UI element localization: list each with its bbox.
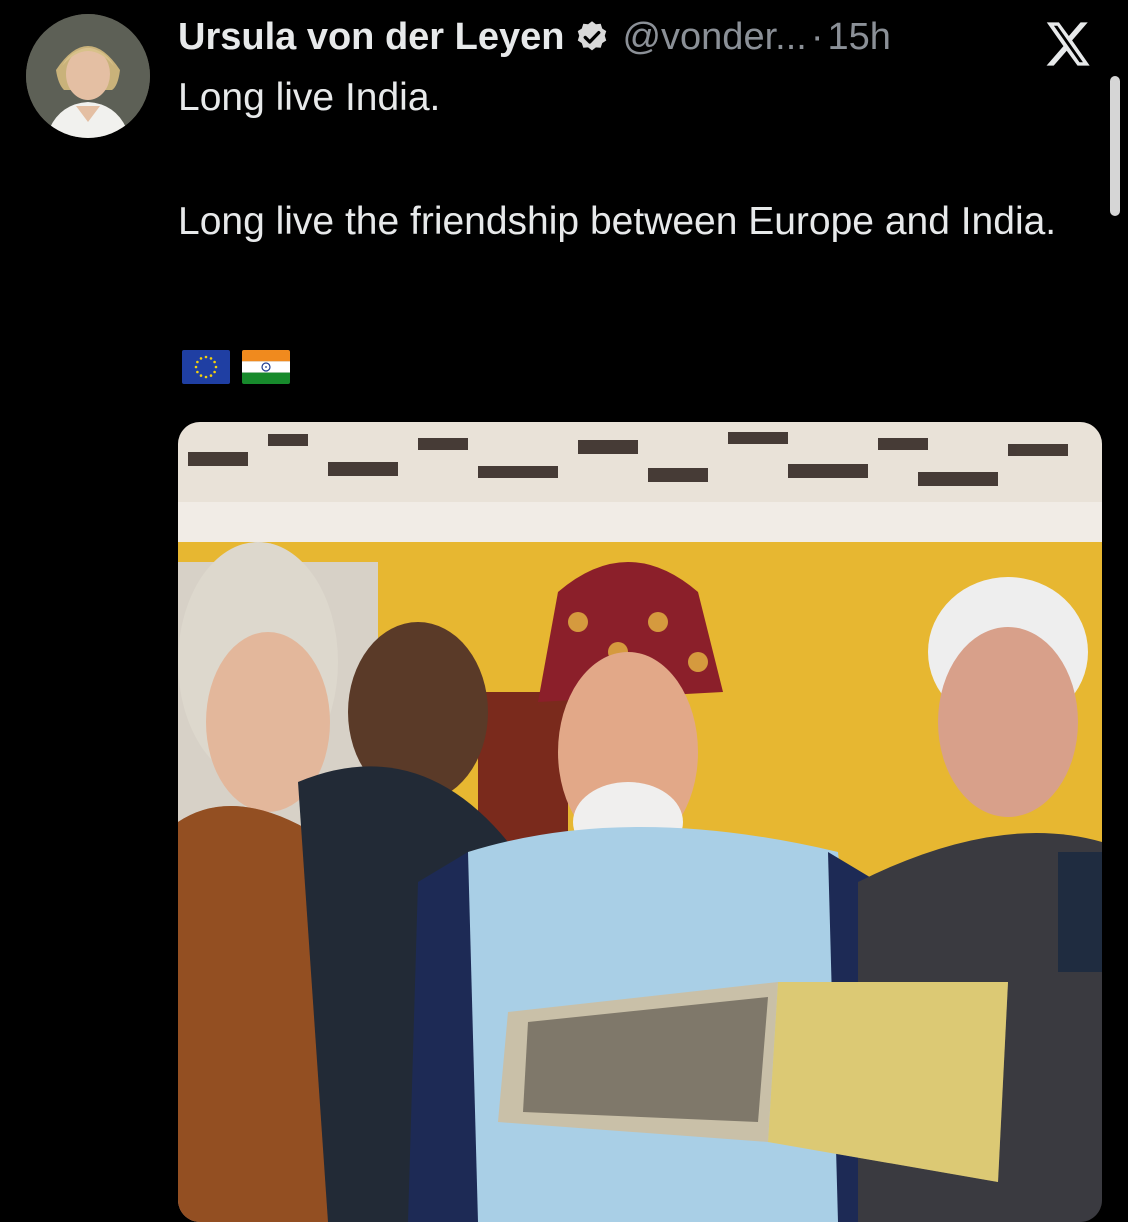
flag-emojis xyxy=(182,350,290,384)
tweet-media-video[interactable] xyxy=(178,422,1102,1222)
header-separator: · xyxy=(810,15,824,58)
india-flag-icon xyxy=(242,350,290,384)
eu-flag-icon xyxy=(182,350,230,384)
tweet-text-line-2: Long live the friendship between Europe … xyxy=(178,200,1057,243)
tweet-text-line-1: Long live India. xyxy=(178,76,441,119)
author-name[interactable]: Ursula von der Leyen xyxy=(178,16,564,59)
tweet-header: Ursula von der Leyen @vonder... · 15h xyxy=(178,12,1008,62)
x-logo-icon[interactable] xyxy=(1042,18,1094,70)
author-avatar[interactable] xyxy=(26,14,150,138)
scrollbar[interactable] xyxy=(1110,76,1120,216)
tweet-timestamp[interactable]: 15h xyxy=(827,16,890,59)
verified-badge-icon xyxy=(578,21,607,51)
tweet-text: Long live India. Long live the friendshi… xyxy=(178,68,1058,252)
author-handle[interactable]: @vonder... xyxy=(622,16,806,59)
